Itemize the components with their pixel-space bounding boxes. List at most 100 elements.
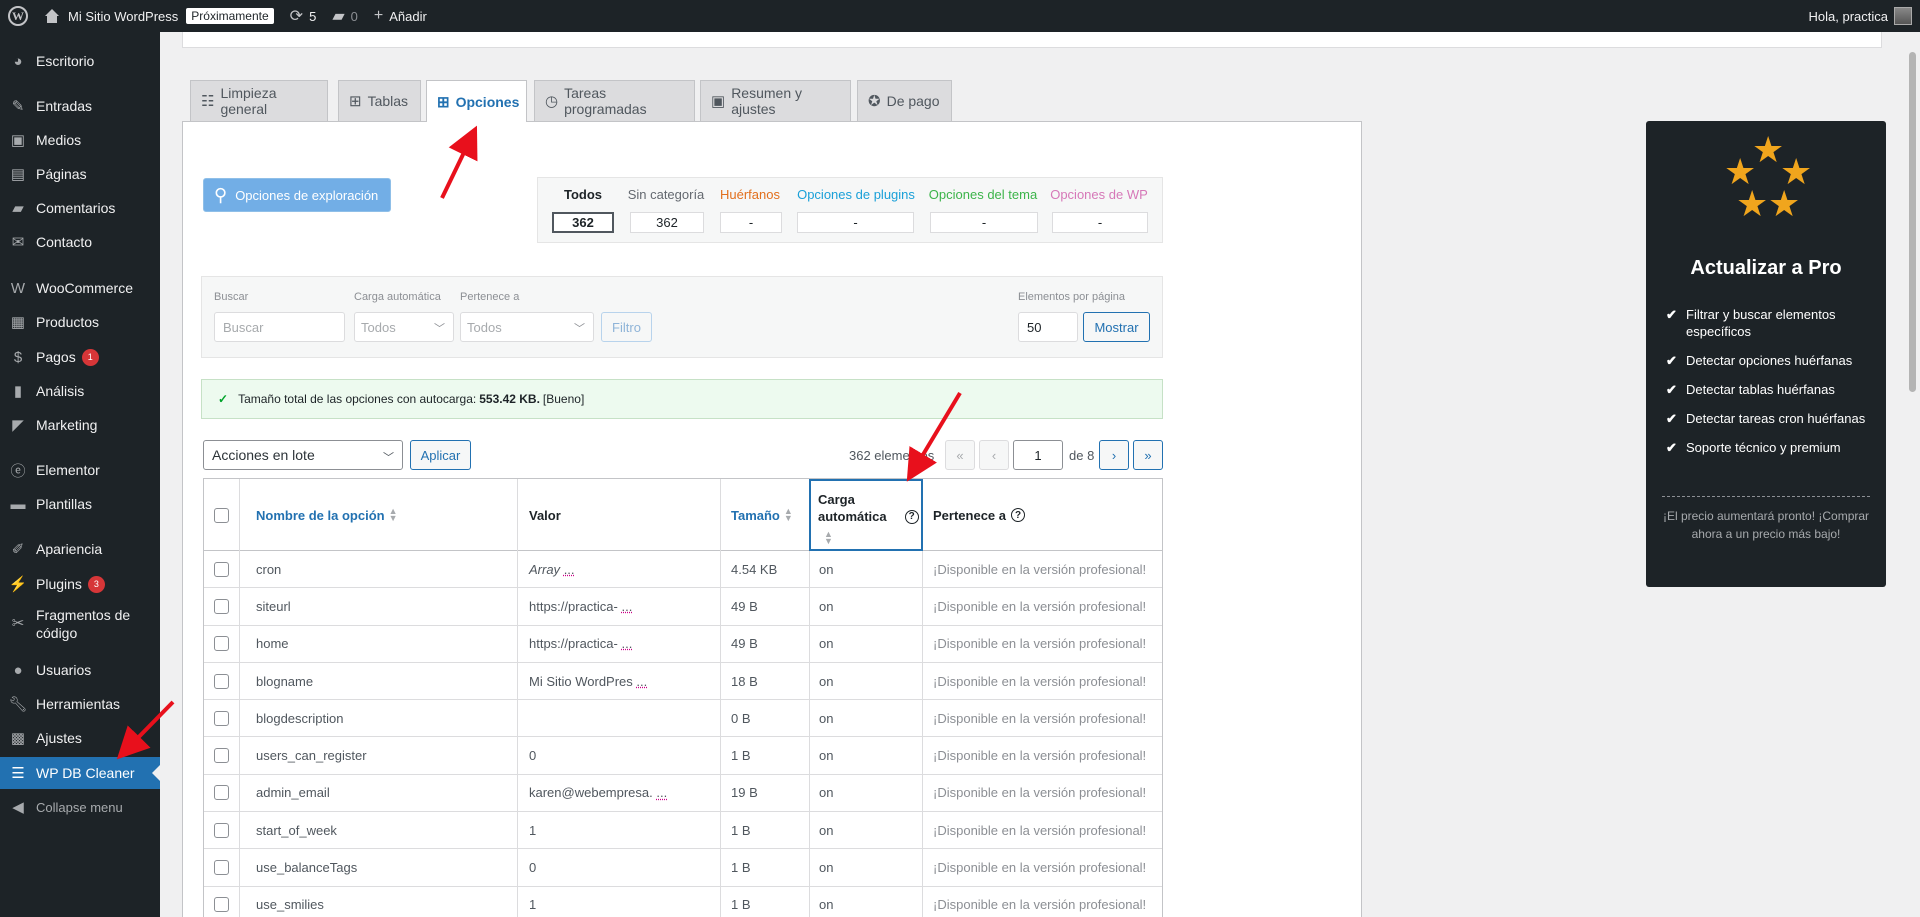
column-size[interactable]: Tamaño ▲ ▼ [721,479,810,551]
table-row[interactable]: cron Array ... 4.54 KB on ¡Disponible en la … [204,551,1162,589]
menu-comentarios[interactable]: ▰ Comentarios [0,192,160,224]
menu-fragmentos[interactable]: ✂ Fragmentos de código [0,602,160,646]
menu-plugins[interactable]: ⚡ Plugins 3 [0,568,160,600]
column-name[interactable]: Nombre de la opción ▲ ▼ [240,479,518,551]
row-checkbox[interactable] [214,673,229,689]
table-row[interactable]: users_can_register 0 1 Bon ¡Disponible en … [204,737,1162,775]
option-belongs: ¡Disponible en la versión profesional! [933,822,1147,838]
apply-button[interactable]: Aplicar [410,440,471,470]
menu-productos[interactable]: ▦ Productos [0,306,160,338]
pro-price-note[interactable]: ¡El precio aumentará pronto! ¡Comprar ah… [1660,507,1872,543]
add-new-menu[interactable]: + Añadir [366,0,435,32]
table-row[interactable]: use_smilies 1 1 Bon ¡Disponible en la vers… [204,886,1162,917]
table-row[interactable]: siteurl https://practica- ... 49 Bon ¡Dispo… [204,588,1162,626]
row-checkbox[interactable] [214,785,229,801]
table-row[interactable]: admin_email karen@webempresa. ... 19 Bon ¡D… [204,774,1162,813]
menu-entradas[interactable]: ✎ Entradas [0,90,160,122]
check-icon: ✔ [1666,353,1677,368]
tab-limpieza-general[interactable]: ☷ Limpieza general [190,80,328,121]
tab-resumen-y-ajustes[interactable]: ▣ Resumen y ajustes [700,80,851,121]
count-label-todos[interactable]: Todos [546,187,620,202]
count-label-huerfanos[interactable]: Huérfanos [712,187,788,202]
row-checkbox[interactable] [214,860,229,876]
row-checkbox[interactable] [214,822,229,838]
help-icon[interactable]: ? [904,509,919,524]
prev-page-button[interactable]: ‹ [979,440,1009,470]
explore-options-button[interactable]: ⚲ Opciones de exploración [203,178,391,212]
menu-ajustes[interactable]: ▩ Ajustes [0,722,160,754]
menu-pagos[interactable]: $ Pagos 1 [0,341,160,373]
last-page-button[interactable]: » [1133,440,1163,470]
bulk-actions-select[interactable]: Acciones en lote ﹀ [203,440,403,470]
menu-usuarios[interactable]: ● Usuarios [0,654,160,686]
current-page-input[interactable]: 1 [1013,440,1063,470]
per-page-input[interactable]: 50 [1018,312,1078,342]
menu-contacto[interactable]: ✉ Contacto [0,226,160,258]
my-account-menu[interactable]: Hola, practica [1801,0,1920,32]
option-value-ellipsis[interactable]: ... [564,562,575,577]
count-label-plugins[interactable]: Opciones de plugins [790,187,922,202]
tab-opciones[interactable]: ⊞ Opciones [426,80,527,122]
updates-link[interactable]: ⟳ 5 [282,0,325,32]
menu-apariencia[interactable]: ✐ Apariencia [0,533,160,565]
top-panel-strip [182,32,1882,48]
tab-de-pago[interactable]: ✪ De pago [857,80,952,121]
belongs-select[interactable]: Todos ﹀ [460,312,594,342]
wordpress-logo-button[interactable]: W [0,0,36,32]
tab-tablas[interactable]: ⊞ Tablas [338,80,421,121]
menu-herramientas[interactable]: 🔧︎ Herramientas [0,688,160,720]
count-label-tema[interactable]: Opciones del tema [924,187,1042,202]
wrench-icon: 🔧︎ [8,696,28,713]
option-value-ellipsis[interactable]: ... [622,636,633,651]
option-value-ellipsis[interactable]: ... [622,599,633,614]
settings-icon: ▩ [10,730,26,747]
tab-tareas-programadas[interactable]: ◷ Tareas programadas [534,80,695,121]
row-checkbox[interactable] [214,710,229,726]
autoload-select[interactable]: Todos ﹀ [354,312,454,342]
menu-wp-db-cleaner[interactable]: ☰ WP DB Cleaner [0,757,160,789]
row-checkbox[interactable] [214,561,229,577]
count-label-wp[interactable]: Opciones de WP [1044,187,1154,202]
collapse-menu-button[interactable]: ◀ Collapse menu [0,791,160,823]
pro-feature: ✔ Detectar tareas cron huérfanas [1666,410,1876,427]
menu-elementor[interactable]: ⓔ Elementor [0,454,160,486]
row-checkbox[interactable] [214,897,229,913]
menu-analisis[interactable]: ▮ Análisis [0,375,160,407]
media-icon: ▣ [10,132,26,149]
option-value-ellipsis[interactable]: ... [636,674,647,689]
filter-button[interactable]: Filtro [601,312,652,342]
option-belongs: ¡Disponible en la versión profesional! [933,748,1147,764]
search-input[interactable]: Buscar [214,312,345,342]
search-icon: ⚲ [214,184,228,205]
help-icon[interactable]: ? [1011,508,1025,522]
count-value-tema: - [930,212,1038,233]
menu-marketing[interactable]: ◤ Marketing [0,409,160,441]
next-page-button[interactable]: › [1099,440,1129,470]
show-button[interactable]: Mostrar [1083,312,1150,342]
comments-link[interactable]: ▰ 0 [324,0,366,32]
menu-plantillas[interactable]: ▬ Plantillas [0,488,160,520]
menu-woocommerce[interactable]: W WooCommerce [0,272,160,304]
first-page-button[interactable]: « [945,440,975,470]
table-row[interactable]: blogdescription 0 Bon ¡Disponible en la v… [204,700,1162,738]
coming-soon-badge[interactable]: Próximamente [186,8,274,24]
table-row[interactable]: blogname Mi Sitio WordPres ... 18 Bon ¡Disp… [204,662,1162,701]
menu-paginas[interactable]: ▤ Páginas [0,158,160,190]
page-scrollbar[interactable] [1905,32,1920,917]
site-name-link[interactable]: Mi Sitio WordPress Próximamente [36,0,282,32]
count-label-sin-categoria[interactable]: Sin categoría [622,187,710,202]
row-checkbox[interactable] [214,598,229,614]
row-checkbox[interactable] [214,636,229,652]
select-all-checkbox[interactable] [214,507,229,523]
option-value-ellipsis[interactable]: ... [656,785,667,800]
table-row[interactable]: start_of_week 1 1 Bon ¡Disponible en la ve… [204,812,1162,850]
column-autoload[interactable]: Carga automática? ▲ ▼ [809,479,923,551]
menu-escritorio[interactable]: ◕ Escritorio [0,45,160,77]
menu-medios[interactable]: ▣ Medios [0,124,160,156]
table-row[interactable]: use_balanceTags 0 1 Bon ¡Disponible en la … [204,849,1162,887]
option-value: https://practica- [529,636,618,652]
table-row[interactable]: home https://practica- ... 49 Bon ¡Disponib… [204,625,1162,663]
row-checkbox[interactable] [214,748,229,764]
scrollbar-thumb[interactable] [1909,52,1916,392]
menu-label: Usuarios [36,662,92,678]
